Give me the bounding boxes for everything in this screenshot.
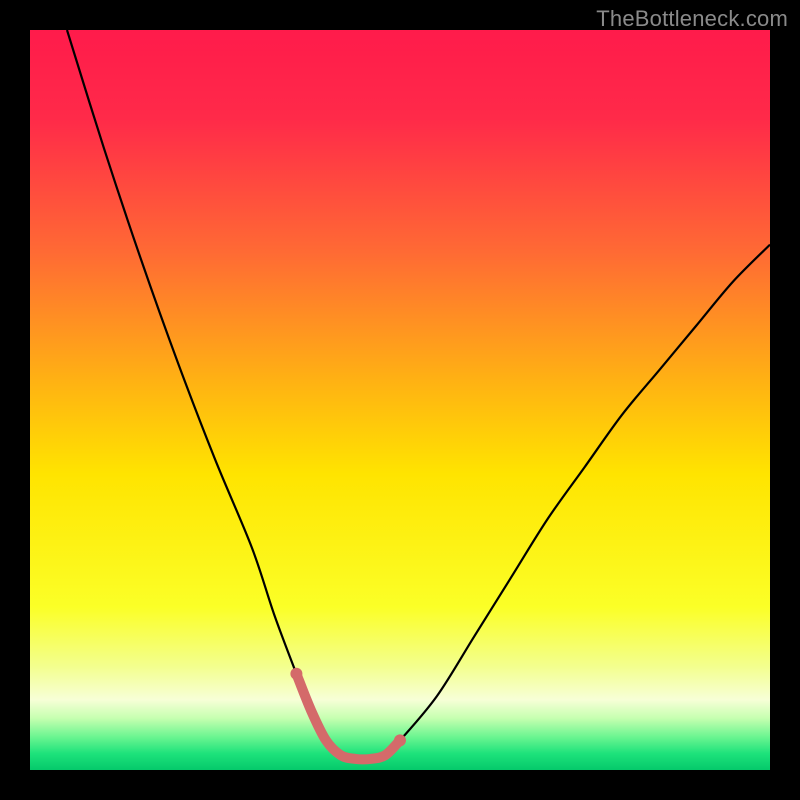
watermark-text: TheBottleneck.com <box>596 6 788 32</box>
background-gradient <box>30 30 770 770</box>
plot-area <box>30 30 770 770</box>
chart-frame: TheBottleneck.com <box>0 0 800 800</box>
